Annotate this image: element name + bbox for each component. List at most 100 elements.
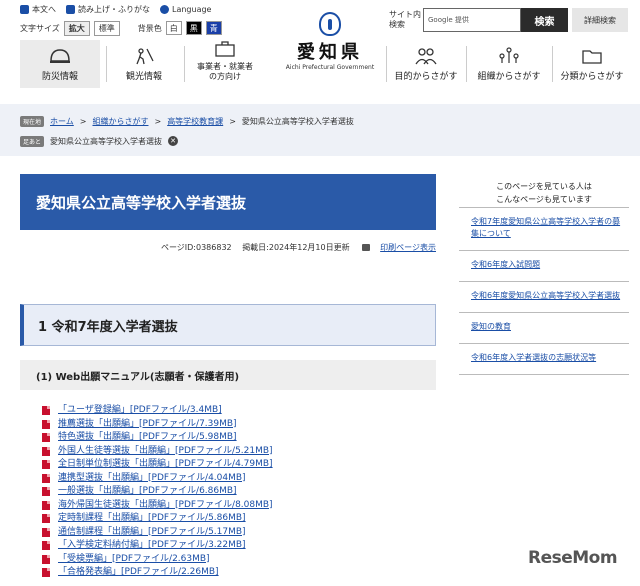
pdf-link[interactable]: 「合格発表編」[PDFファイル/2.26MB] bbox=[58, 566, 219, 580]
history-trail: 足あと 愛知県公立高等学校入学者選抜 ✕ bbox=[20, 134, 179, 148]
pdf-icon bbox=[42, 473, 50, 483]
pdf-link[interactable]: 特色選抜「出願編」[PDFファイル/5.98MB] bbox=[58, 431, 237, 445]
breadcrumb: 現在地 ホーム > 組織からさがす > 高等学校教育課 > 愛知県公立高等学校入… bbox=[20, 114, 354, 128]
list-item: 一般選抜「出願編」[PDFファイル/6.86MB] bbox=[42, 485, 273, 499]
breadcrumb-dept[interactable]: 高等学校教育課 bbox=[167, 116, 223, 127]
skip-to-content-link[interactable]: 本文へ bbox=[20, 4, 56, 15]
related-link[interactable]: 愛知の教育 bbox=[471, 322, 511, 331]
history-tag: 足あと bbox=[20, 135, 45, 147]
people-icon bbox=[415, 48, 437, 65]
list-item: 「合格発表編」[PDFファイル/2.26MB] bbox=[42, 566, 273, 580]
related-link[interactable]: 令和6年度入学者選抜の志願状況等 bbox=[471, 353, 596, 362]
related-link[interactable]: 令和7年度愛知県公立高等学校入学者の募集について bbox=[471, 217, 620, 238]
watermark: ReseMom bbox=[528, 548, 618, 568]
related-item: 令和6年度入学者選抜の志願状況等 bbox=[459, 344, 629, 375]
pdf-icon bbox=[42, 487, 50, 497]
pdf-icon bbox=[42, 433, 50, 443]
list-item: 通信制課程「出願編」[PDFファイル/5.17MB] bbox=[42, 526, 273, 540]
history-item[interactable]: 愛知県公立高等学校入学者選抜 bbox=[50, 136, 162, 147]
pdf-icon bbox=[42, 514, 50, 524]
search-input[interactable]: Google 提供 bbox=[423, 8, 521, 32]
pdf-link[interactable]: 海外帰国生徒選抜「出願編」[PDFファイル/8.08MB] bbox=[58, 499, 273, 513]
font-size-label: 文字サイズ bbox=[20, 23, 60, 33]
nav-category[interactable]: 分類からさがす bbox=[554, 40, 630, 88]
nav-organization[interactable]: 組織からさがす bbox=[470, 40, 548, 88]
bg-color-label: 背景色 bbox=[137, 23, 162, 33]
briefcase-icon bbox=[215, 41, 235, 57]
subsection-heading: (1) Web出願マニュアル(志願者・保護者用) bbox=[20, 360, 436, 390]
pdf-icon bbox=[42, 541, 50, 551]
nav-disaster[interactable]: 防災情報 bbox=[20, 40, 100, 88]
pdf-icon bbox=[42, 500, 50, 510]
font-size-large-button[interactable]: 拡大 bbox=[63, 20, 90, 36]
font-size-standard-button[interactable]: 標準 bbox=[93, 20, 120, 36]
display-settings: 文字サイズ 拡大 標準 背景色 白 黒 青 bbox=[20, 20, 222, 36]
list-item: 「入学検定料納付編」[PDFファイル/3.22MB] bbox=[42, 539, 273, 553]
organization-icon bbox=[499, 47, 519, 63]
related-pages: このページを見ている人は こんなページも見ています 令和7年度愛知県公立高等学校… bbox=[459, 174, 629, 375]
list-item: 全日制単位制選抜「出願編」[PDFファイル/4.79MB] bbox=[42, 458, 273, 472]
furigana-link[interactable]: 読み上げ・ふりがな bbox=[66, 4, 150, 15]
bg-white-button[interactable]: 白 bbox=[165, 21, 182, 35]
list-item: 定時制課程「出願編」[PDFファイル/5.86MB] bbox=[42, 512, 273, 526]
related-link[interactable]: 令和6年度入試問題 bbox=[471, 260, 540, 269]
list-item: 「ユーザ登録編」[PDFファイル/3.4MB] bbox=[42, 404, 273, 418]
pdf-link[interactable]: 一般選抜「出願編」[PDFファイル/6.86MB] bbox=[58, 485, 237, 499]
related-item: 令和6年度愛知県公立高等学校入学者選抜 bbox=[459, 282, 629, 313]
related-item: 愛知の教育 bbox=[459, 313, 629, 344]
pdf-link[interactable]: 連携型選抜「出願編」[PDFファイル/4.04MB] bbox=[58, 472, 246, 486]
pdf-link[interactable]: 定時制課程「出願編」[PDFファイル/5.86MB] bbox=[58, 512, 246, 526]
pdf-icon bbox=[42, 554, 50, 564]
prefecture-emblem-icon bbox=[319, 12, 341, 36]
speaker-icon bbox=[66, 4, 75, 14]
pdf-icon bbox=[42, 527, 50, 537]
breadcrumb-home[interactable]: ホーム bbox=[50, 116, 74, 127]
pdf-link[interactable]: 外国人生徒等選抜「出願編」[PDFファイル/5.21MB] bbox=[58, 445, 273, 459]
section-heading: 1 令和7年度入学者選抜 bbox=[20, 304, 436, 346]
printer-icon bbox=[362, 244, 371, 251]
pdf-link[interactable]: 「ユーザ登録編」[PDFファイル/3.4MB] bbox=[58, 404, 222, 418]
current-location-tag: 現在地 bbox=[20, 115, 45, 127]
pdf-icon bbox=[42, 406, 50, 416]
bg-blue-button[interactable]: 青 bbox=[205, 21, 222, 35]
pdf-link[interactable]: 推薦選抜「出願編」[PDFファイル/7.39MB] bbox=[58, 418, 237, 432]
nav-tourism[interactable]: 観光情報 bbox=[110, 40, 178, 88]
pdf-link[interactable]: 「入学検定料納付編」[PDFファイル/3.22MB] bbox=[58, 539, 246, 553]
pdf-icon bbox=[42, 446, 50, 456]
globe-icon bbox=[160, 4, 169, 14]
breadcrumb-band: 現在地 ホーム > 組織からさがす > 高等学校教育課 > 愛知県公立高等学校入… bbox=[0, 104, 640, 156]
nav-business[interactable]: 事業者・就業者の方向け bbox=[188, 40, 262, 88]
search-button[interactable]: 検索 bbox=[521, 8, 568, 32]
advanced-search-button[interactable]: 詳細検索 bbox=[572, 8, 628, 32]
list-item: 外国人生徒等選抜「出願編」[PDFファイル/5.21MB] bbox=[42, 445, 273, 459]
helmet-icon bbox=[50, 49, 70, 63]
breadcrumb-current: 愛知県公立高等学校入学者選抜 bbox=[241, 116, 354, 126]
utility-bar: 本文へ 読み上げ・ふりがな Language bbox=[20, 2, 211, 16]
list-item: 「受検票編」[PDFファイル/2.63MB] bbox=[42, 553, 273, 567]
related-heading: このページを見ている人は こんなページも見ています bbox=[459, 174, 629, 208]
page-title: 愛知県公立高等学校入学者選抜 bbox=[20, 174, 436, 230]
pdf-list: 「ユーザ登録編」[PDFファイル/3.4MB] 推薦選抜「出願編」[PDFファイ… bbox=[42, 404, 273, 580]
page-id: ページID:0386832 bbox=[160, 243, 232, 252]
close-icon[interactable]: ✕ bbox=[168, 136, 179, 146]
pdf-link[interactable]: 全日制単位制選抜「出願編」[PDFファイル/4.79MB] bbox=[58, 458, 273, 472]
related-link[interactable]: 令和6年度愛知県公立高等学校入学者選抜 bbox=[471, 291, 620, 300]
global-nav: 防災情報 観光情報 事業者・就業者の方向け 目的からさがす 組織からさがす 分類… bbox=[20, 40, 628, 88]
pdf-icon bbox=[42, 419, 50, 429]
related-item: 令和6年度入試問題 bbox=[459, 251, 629, 282]
list-item: 海外帰国生徒選抜「出願編」[PDFファイル/8.08MB] bbox=[42, 499, 273, 513]
language-link[interactable]: Language bbox=[160, 4, 211, 14]
pdf-icon bbox=[42, 568, 50, 578]
bg-black-button[interactable]: 黒 bbox=[185, 21, 202, 35]
pdf-icon bbox=[42, 460, 50, 470]
pdf-link[interactable]: 「受検票編」[PDFファイル/2.63MB] bbox=[58, 553, 210, 567]
print-link[interactable]: 印刷ページ表示 bbox=[380, 243, 436, 252]
pdf-link[interactable]: 通信制課程「出願編」[PDFファイル/5.17MB] bbox=[58, 526, 246, 540]
updated-date: 掲載日:2024年12月10日更新 bbox=[242, 243, 350, 252]
breadcrumb-org[interactable]: 組織からさがす bbox=[92, 116, 148, 127]
related-item: 令和7年度愛知県公立高等学校入学者の募集について bbox=[459, 208, 629, 251]
list-item: 特色選抜「出願編」[PDFファイル/5.98MB] bbox=[42, 431, 273, 445]
page-meta: ページID:0386832 掲載日:2024年12月10日更新 印刷ページ表示 bbox=[20, 242, 436, 253]
person-icon bbox=[20, 4, 29, 14]
nav-purpose[interactable]: 目的からさがす bbox=[390, 40, 462, 88]
